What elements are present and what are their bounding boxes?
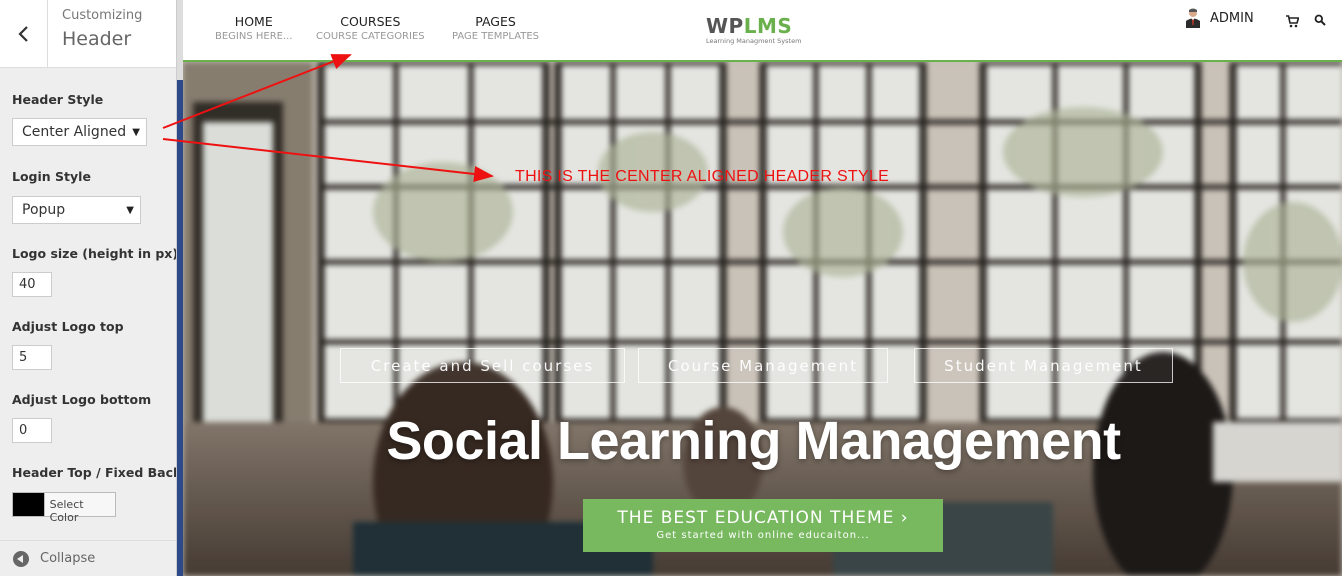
nav-courses-sub: COURSE CATEGORIES <box>316 31 425 42</box>
logo-lms: LMS <box>743 14 793 38</box>
header-bg-label: Header Top / Fixed Background <box>12 465 176 480</box>
color-swatch <box>13 493 45 516</box>
logo-wp: WP <box>706 14 744 38</box>
nav-home-label: HOME <box>234 14 273 29</box>
nav-courses[interactable]: COURSES COURSE CATEGORIES <box>316 14 425 42</box>
hero-title: Social Learning Management <box>386 411 1121 471</box>
logo-size-input[interactable]: 40 <box>12 272 52 297</box>
logo-top-label: Adjust Logo top <box>12 319 124 334</box>
collapse-button[interactable]: Collapse <box>0 540 176 576</box>
dropdown-arrow-icon: ▼ <box>132 126 140 138</box>
cta-sub-label: Get started with online educaiton... <box>656 530 870 541</box>
site-preview: HOME BEGINS HERE... COURSES COURSE CATEG… <box>183 0 1342 576</box>
back-button[interactable] <box>0 0 48 68</box>
site-header: HOME BEGINS HERE... COURSES COURSE CATEG… <box>183 0 1342 62</box>
user-menu[interactable]: ADMIN <box>1185 8 1254 28</box>
customizer-breadcrumb: Customizing <box>62 8 143 23</box>
avatar <box>1186 8 1200 28</box>
logo-bottom-label: Adjust Logo bottom <box>12 392 152 407</box>
login-style-select[interactable]: Popup ▼ <box>12 196 141 224</box>
user-name: ADMIN <box>1210 10 1254 26</box>
annotation-text: THIS IS THE CENTER ALIGNED HEADER STYLE <box>515 168 890 185</box>
logo-top-input[interactable]: 5 <box>12 345 52 370</box>
cart-icon[interactable] <box>1286 15 1299 28</box>
cta-button[interactable]: THE BEST EDUCATION THEME › Get started w… <box>583 499 943 552</box>
hero-pill-student-mgmt[interactable]: Student Management <box>914 348 1173 383</box>
customizer-sidebar: Customizing Header Header Style Center A… <box>0 0 177 576</box>
cta-main-label: THE BEST EDUCATION THEME › <box>617 508 909 528</box>
collapse-label: Collapse <box>40 551 96 566</box>
nav-pages-sub: PAGE TEMPLATES <box>452 31 540 42</box>
nav-pages-label: PAGES <box>475 14 516 29</box>
header-style-label: Header Style <box>12 92 104 107</box>
nav-courses-label: COURSES <box>340 14 401 29</box>
login-style-value: Popup <box>22 202 66 218</box>
logo-bottom-input[interactable]: 0 <box>12 418 52 443</box>
section-title: Header <box>62 28 132 50</box>
login-style-label: Login Style <box>12 169 91 184</box>
nav-home-sub: BEGINS HERE... <box>215 31 293 42</box>
logo-size-label: Logo size (height in px) <box>12 246 177 261</box>
header-style-select[interactable]: Center Aligned ▼ <box>12 118 147 146</box>
nav-pages[interactable]: PAGES PAGE TEMPLATES <box>452 14 539 42</box>
site-logo[interactable]: WPLMS Learning Managment System <box>706 14 801 45</box>
chevron-left-icon <box>17 26 28 42</box>
customizer-header: Customizing Header <box>0 0 176 68</box>
collapse-icon <box>13 550 29 567</box>
header-style-value: Center Aligned <box>22 124 127 140</box>
dropdown-arrow-icon: ▼ <box>126 204 134 216</box>
color-picker-button[interactable]: Select Color <box>12 492 116 524</box>
select-color-label: Select Color <box>49 498 84 524</box>
nav-home[interactable]: HOME BEGINS HERE... <box>215 14 293 42</box>
hero-pill-create[interactable]: Create and Sell courses <box>340 348 625 383</box>
logo-tagline: Learning Managment System <box>706 37 802 45</box>
hero-pill-course-mgmt[interactable]: Course Management <box>638 348 888 383</box>
hero-section: Create and Sell courses Course Managemen… <box>183 62 1342 576</box>
search-icon[interactable] <box>1314 14 1326 26</box>
